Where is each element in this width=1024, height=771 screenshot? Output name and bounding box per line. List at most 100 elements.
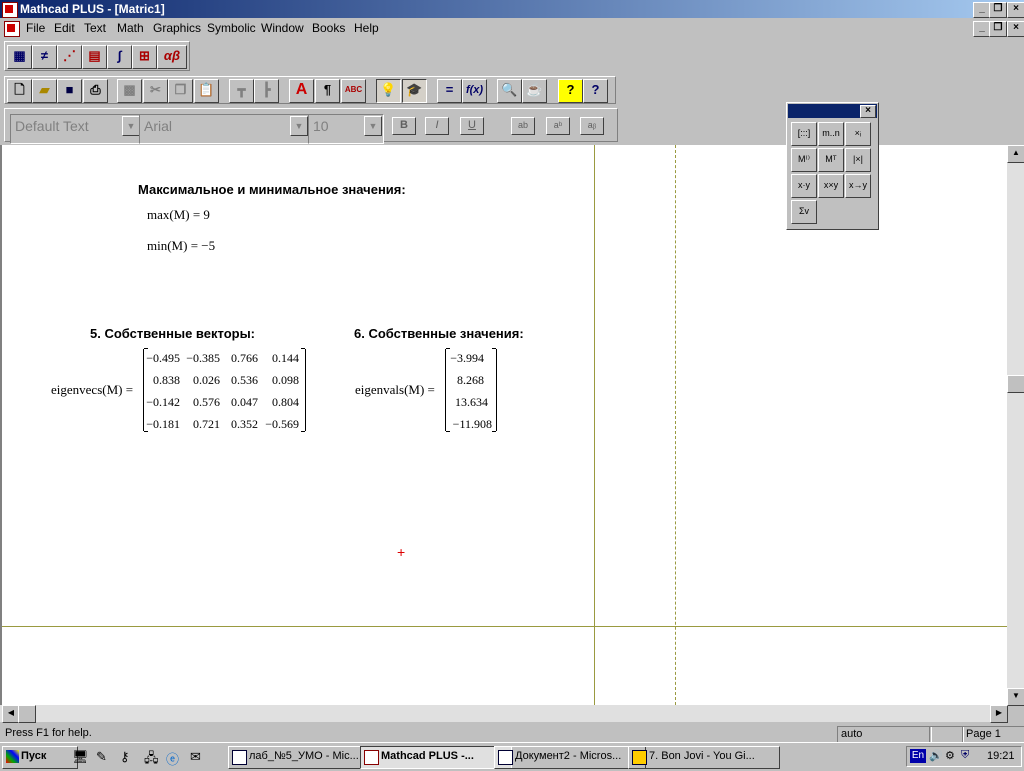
context-help-icon[interactable]: ? — [558, 79, 583, 103]
dot-product-icon[interactable]: x·y — [791, 174, 817, 198]
document-icon[interactable] — [4, 21, 20, 37]
menu-books[interactable]: Books — [312, 21, 345, 35]
resource-center-icon[interactable]: 🎓 — [402, 79, 427, 103]
column-icon[interactable]: M⁽⁾ — [791, 148, 817, 172]
subscript-icon[interactable]: ×ᵢ — [845, 122, 871, 146]
antivirus-icon[interactable]: ⛨ — [961, 749, 969, 762]
restore-button[interactable]: ❐ — [989, 2, 1007, 18]
text-region-icon[interactable]: A — [289, 79, 314, 103]
key-icon[interactable]: ⚷ — [120, 749, 130, 765]
menu-window[interactable]: Window — [261, 21, 304, 35]
bold-button[interactable]: B — [392, 117, 416, 135]
paragraph-icon[interactable]: ¶ — [315, 79, 340, 103]
calculus-palette-icon[interactable]: ∫ — [107, 45, 132, 69]
doc-restore-button[interactable]: ❐ — [989, 21, 1007, 37]
menu-file[interactable]: File — [26, 21, 45, 35]
range-variable-icon[interactable]: m..n — [818, 122, 844, 146]
help-icon[interactable]: ? — [583, 79, 608, 103]
font-value: Arial — [144, 118, 173, 134]
start-button[interactable]: Пуск — [2, 746, 78, 769]
menu-math[interactable]: Math — [117, 21, 144, 35]
menu-graphics[interactable]: Graphics — [153, 21, 201, 35]
tray-app-icon[interactable]: ⚙ — [945, 749, 955, 762]
align-left-icon[interactable]: ab — [511, 117, 535, 135]
scroll-right-icon[interactable]: ▶ — [990, 705, 1008, 723]
outlook-express-icon[interactable]: ✉ — [190, 749, 201, 765]
matrix-palette[interactable]: × [:::] m..n ×ᵢ M⁽⁾ Mᵀ |×| x·y x×y x→y Σ… — [786, 102, 879, 230]
superscript-icon[interactable]: aᵇ — [546, 117, 570, 135]
max-expression[interactable]: max(M) = 9 — [147, 207, 210, 223]
paste-icon[interactable]: 📋 — [194, 79, 219, 103]
task-word-doc2[interactable]: Документ2 - Micros... — [494, 746, 646, 769]
graph-palette-icon[interactable]: ⋰ — [57, 45, 82, 69]
chevron-down-icon[interactable]: ▼ — [290, 116, 308, 136]
task-winamp[interactable]: 7. Bon Jovi - You Gi... — [628, 746, 780, 769]
insert-function-icon[interactable]: f(x) — [462, 79, 487, 103]
cross-product-icon[interactable]: x×y — [818, 174, 844, 198]
print-icon[interactable]: ⎙ — [83, 79, 108, 103]
matrix-icon[interactable]: [:::] — [791, 122, 817, 146]
task-word-lab[interactable]: лаб_№5_УМО - Mic... — [228, 746, 378, 769]
spell-check-icon[interactable]: ABC — [341, 79, 366, 103]
lightbulb-icon[interactable]: 💡 — [376, 79, 401, 103]
save-icon[interactable]: ■ — [57, 79, 82, 103]
underline-button[interactable]: U — [460, 117, 484, 135]
determinant-icon[interactable]: |×| — [845, 148, 871, 172]
subscript-icon[interactable]: aᵦ — [580, 117, 604, 135]
evaluation-palette-icon[interactable]: ≠ — [32, 45, 57, 69]
greek-palette-icon[interactable]: αβ — [157, 45, 187, 69]
cut-icon[interactable]: ✂ — [143, 79, 168, 103]
insert-unit-icon[interactable]: ☕ — [522, 79, 547, 103]
vector-sum-icon[interactable]: Σv — [791, 200, 817, 224]
menu-help[interactable]: Help — [354, 21, 379, 35]
programming-palette-icon[interactable]: ⊞ — [132, 45, 157, 69]
copy-icon[interactable]: ❐ — [168, 79, 193, 103]
show-desktop-icon[interactable]: 🖥 — [72, 749, 89, 765]
calculate-icon[interactable]: = — [437, 79, 462, 103]
open-folder-icon[interactable]: ▰ — [32, 79, 57, 103]
horizontal-scrollbar[interactable]: ◀ ▶ — [0, 705, 1008, 723]
italic-button[interactable]: I — [425, 117, 449, 135]
chevron-down-icon[interactable]: ▼ — [364, 116, 382, 136]
clock[interactable]: 19:21 — [987, 750, 1015, 762]
menu-edit[interactable]: Edit — [54, 21, 75, 35]
check-spelling-disabled-icon[interactable]: ▩ — [117, 79, 142, 103]
language-indicator[interactable]: En — [910, 749, 926, 763]
palette-title-bar[interactable]: × — [788, 104, 877, 118]
close-button[interactable]: × — [1007, 2, 1024, 18]
zoom-icon[interactable]: 🔍 — [497, 79, 522, 103]
min-expression[interactable]: min(M) = −5 — [147, 238, 215, 254]
align-across-icon[interactable]: ┳ — [229, 79, 254, 103]
print-boundary-line — [675, 145, 676, 705]
eigenvals-vector[interactable]: −3.994 8.268 13.634 −11.908 — [445, 348, 497, 432]
volume-icon[interactable]: 🔊 — [929, 749, 943, 762]
eigenvecs-label[interactable]: eigenvecs(M) = — [51, 382, 133, 398]
pen-icon[interactable]: ✎ — [96, 749, 107, 765]
internet-explorer-icon[interactable]: ⓔ — [166, 749, 179, 768]
scroll-thumb[interactable] — [1007, 375, 1024, 393]
scroll-down-icon[interactable]: ▼ — [1007, 688, 1024, 706]
mathcad-app-icon[interactable] — [2, 2, 18, 18]
minmax-heading: Максимальное и минимальное значения: — [138, 182, 406, 197]
font-combo[interactable]: Arial ▼ — [139, 114, 310, 144]
eigenvecs-matrix[interactable]: −0.495 −0.385 0.766 0.144 0.838 0.026 0.… — [143, 348, 306, 432]
menu-text[interactable]: Text — [84, 21, 106, 35]
calculator-palette-icon[interactable]: ▦ — [7, 45, 32, 69]
close-icon[interactable]: × — [860, 105, 876, 118]
doc-close-button[interactable]: × — [1007, 21, 1024, 37]
vectorize-icon[interactable]: x→y — [845, 174, 871, 198]
align-down-icon[interactable]: ┣ — [254, 79, 279, 103]
matrix-palette-icon[interactable]: ▤ — [82, 45, 107, 69]
size-combo[interactable]: 10 ▼ — [308, 114, 384, 144]
menu-symbolic[interactable]: Symbolic — [207, 21, 256, 35]
transpose-icon[interactable]: Mᵀ — [818, 148, 844, 172]
chevron-down-icon[interactable]: ▼ — [122, 116, 140, 136]
style-combo[interactable]: Default Text ▼ — [10, 114, 142, 144]
eigenvals-label[interactable]: eigenvals(M) = — [355, 382, 435, 398]
scroll-up-icon[interactable]: ▲ — [1007, 145, 1024, 163]
task-mathcad[interactable]: Mathcad PLUS -... — [360, 746, 512, 769]
vertical-scrollbar[interactable]: ▲ ▼ — [1007, 145, 1024, 706]
new-file-icon[interactable]: 🗋 — [7, 79, 32, 103]
task-label: Mathcad PLUS -... — [381, 750, 474, 762]
scroll-thumb[interactable] — [18, 705, 36, 723]
